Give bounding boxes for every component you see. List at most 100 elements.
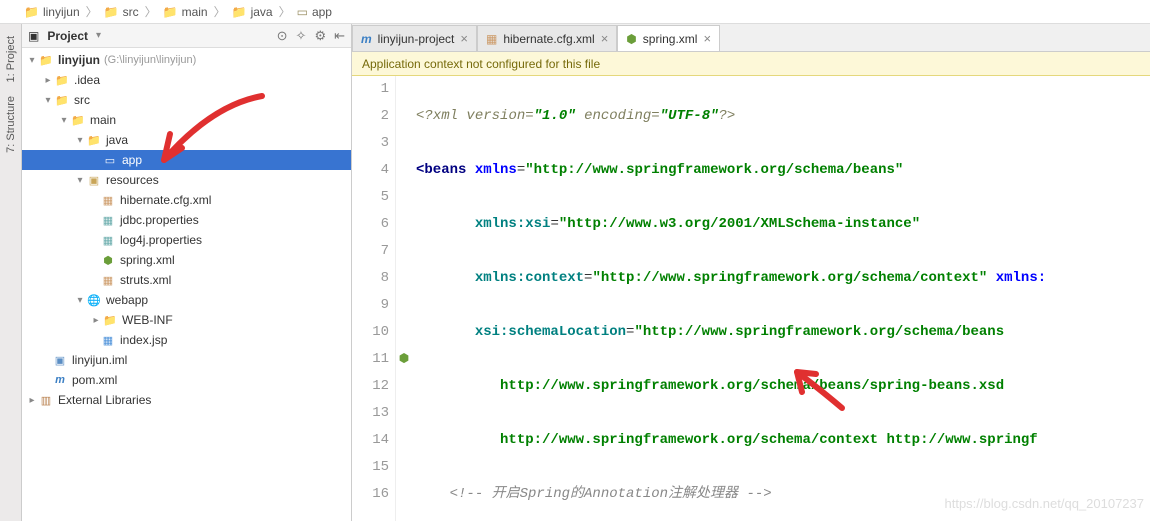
close-icon[interactable]: × (703, 31, 711, 46)
crumb-label: main (182, 5, 208, 19)
iml-file-icon: ▣ (52, 352, 68, 368)
tree-idea[interactable]: ▸ 📁 .idea (22, 70, 351, 90)
library-icon: ▥ (38, 392, 54, 408)
chevron-right-icon[interactable]: ▸ (42, 75, 54, 86)
chevron-right-icon[interactable]: ▸ (90, 315, 102, 326)
folder-icon: 📁 (102, 312, 118, 328)
t: xsi:schemaLocation (475, 324, 626, 340)
maven-icon: m (361, 32, 372, 46)
collapse-icon[interactable]: ⊙ (277, 28, 288, 44)
chevron-down-icon[interactable]: ▾ (74, 175, 86, 186)
crumb-app[interactable]: ▭ app (295, 4, 334, 20)
t (466, 162, 474, 178)
chevron-right-icon[interactable]: ▸ (26, 395, 38, 406)
tree-file-log4j[interactable]: ▦ log4j.properties (22, 230, 351, 250)
rail-label: 1: Project (5, 36, 17, 82)
left-rail: 1: Project 7: Structure (0, 24, 22, 521)
crumb-root[interactable]: 📁 linyijun (22, 4, 82, 20)
tree-java[interactable]: ▾ 📁 java (22, 130, 351, 150)
tree-ext[interactable]: ▸ ▥ External Libraries (22, 390, 351, 410)
tree-app-selected[interactable]: ▭ app (22, 150, 351, 170)
hide-icon[interactable]: ⇤ (334, 28, 345, 44)
tab-linyijun-project[interactable]: m linyijun-project × (352, 25, 477, 51)
tree-file-jdbc[interactable]: ▦ jdbc.properties (22, 210, 351, 230)
crumb-java[interactable]: 📁 java (230, 4, 275, 20)
chevron-down-icon[interactable]: ▾ (74, 135, 86, 146)
tab-spring[interactable]: ⬢ spring.xml × (617, 25, 720, 51)
t: xml (433, 108, 458, 124)
chevron-right-icon: 〉 (214, 3, 226, 20)
folder-icon: 📁 (86, 132, 102, 148)
folder-icon: 📁 (24, 5, 39, 19)
t: "http://www.springframework.org/schema/b… (525, 162, 903, 178)
rail-label: 7: Structure (5, 96, 17, 153)
chevron-right-icon: 〉 (279, 3, 291, 20)
rail-structure[interactable]: 7: Structure (5, 92, 17, 157)
tree-pom[interactable]: m pom.xml (22, 370, 351, 390)
tree-file-spring[interactable]: ⬢ spring.xml (22, 250, 351, 270)
close-icon[interactable]: × (601, 31, 609, 46)
project-tree[interactable]: ▾ 📁 linyijun (G:\linyijun\linyijun) ▸ 📁 … (22, 48, 351, 521)
tree-label: webapp (106, 293, 148, 307)
tree-resources[interactable]: ▾ ▣ resources (22, 170, 351, 190)
folder-icon: 📁 (104, 5, 119, 19)
tab-label: linyijun-project (378, 32, 455, 46)
xml-file-icon: ▦ (100, 272, 116, 288)
project-icon: ▣ (28, 29, 39, 43)
crumb-src[interactable]: 📁 src (102, 4, 141, 20)
chevron-down-icon[interactable]: ▾ (42, 95, 54, 106)
t: "UTF-8" (660, 108, 719, 124)
tree-root[interactable]: ▾ 📁 linyijun (G:\linyijun\linyijun) (22, 50, 351, 70)
chevron-down-icon[interactable]: ▾ (26, 55, 38, 66)
package-icon: ▭ (297, 5, 308, 19)
breadcrumb: 📁 linyijun 〉 📁 src 〉 📁 main 〉 📁 java 〉 ▭… (0, 0, 1150, 24)
tree-label: linyijun.iml (72, 353, 127, 367)
crumb-main[interactable]: 📁 main (161, 4, 210, 20)
maven-file-icon: m (52, 372, 68, 388)
folder-icon: 📁 (54, 72, 70, 88)
tree-file-indexjsp[interactable]: ▦ index.jsp (22, 330, 351, 350)
panel-title: Project (47, 29, 88, 43)
t: xmlns:context (475, 270, 584, 286)
bean-icon[interactable]: ⬢ (399, 346, 409, 373)
code-editor[interactable]: 1234 5678 9101112 13141516 ⬢ <?xml versi… (352, 76, 1150, 521)
expand-icon[interactable]: ✧ (296, 28, 307, 44)
chevron-down-icon[interactable]: ▾ (96, 30, 101, 41)
spring-file-icon: ⬢ (100, 252, 116, 268)
chevron-down-icon[interactable]: ▾ (74, 295, 86, 306)
tree-webapp[interactable]: ▾ 🌐 webapp (22, 290, 351, 310)
project-panel-header: ▣ Project ▾ ⊙ ✧ ⚙ ⇤ (22, 24, 351, 48)
t: "http://www.springframework.org/schema/c… (592, 270, 987, 286)
tree-label: External Libraries (58, 393, 151, 407)
props-file-icon: ▦ (100, 232, 116, 248)
close-icon[interactable]: × (460, 31, 468, 46)
jsp-file-icon: ▦ (100, 332, 116, 348)
tree-iml[interactable]: ▣ linyijun.iml (22, 350, 351, 370)
tree-file-hibernate[interactable]: ▦ hibernate.cfg.xml (22, 190, 351, 210)
tree-label: index.jsp (120, 333, 167, 347)
code-content[interactable]: <?xml version="1.0" encoding="UTF-8"?> <… (412, 76, 1150, 521)
crumb-label: app (312, 5, 332, 19)
folder-icon: 📁 (70, 112, 86, 128)
tab-hibernate[interactable]: ▦ hibernate.cfg.xml × (477, 25, 617, 51)
gear-icon[interactable]: ⚙ (314, 28, 326, 44)
t: http://www.springframework.org/schema/co… (416, 432, 1038, 448)
rail-project[interactable]: 1: Project (5, 32, 17, 86)
tree-src[interactable]: ▾ 📁 src (22, 90, 351, 110)
tree-file-struts[interactable]: ▦ struts.xml (22, 270, 351, 290)
tab-label: hibernate.cfg.xml (503, 32, 594, 46)
tree-label: .idea (74, 73, 100, 87)
tree-label: java (106, 133, 128, 147)
tree-webinf[interactable]: ▸ 📁 WEB-INF (22, 310, 351, 330)
gutter-markers: ⬢ (396, 76, 412, 521)
tree-label: pom.xml (72, 373, 117, 387)
crumb-label: java (251, 5, 273, 19)
tab-label: spring.xml (643, 32, 698, 46)
config-warning-banner[interactable]: Application context not configured for t… (352, 52, 1150, 76)
tree-label: log4j.properties (120, 233, 202, 247)
chevron-down-icon[interactable]: ▾ (58, 115, 70, 126)
t: xmlns:xsi (475, 216, 551, 232)
t: <!-- 开启Spring的Annotation注解处理器 --> (450, 486, 772, 502)
tree-main[interactable]: ▾ 📁 main (22, 110, 351, 130)
t: beans (424, 162, 466, 178)
